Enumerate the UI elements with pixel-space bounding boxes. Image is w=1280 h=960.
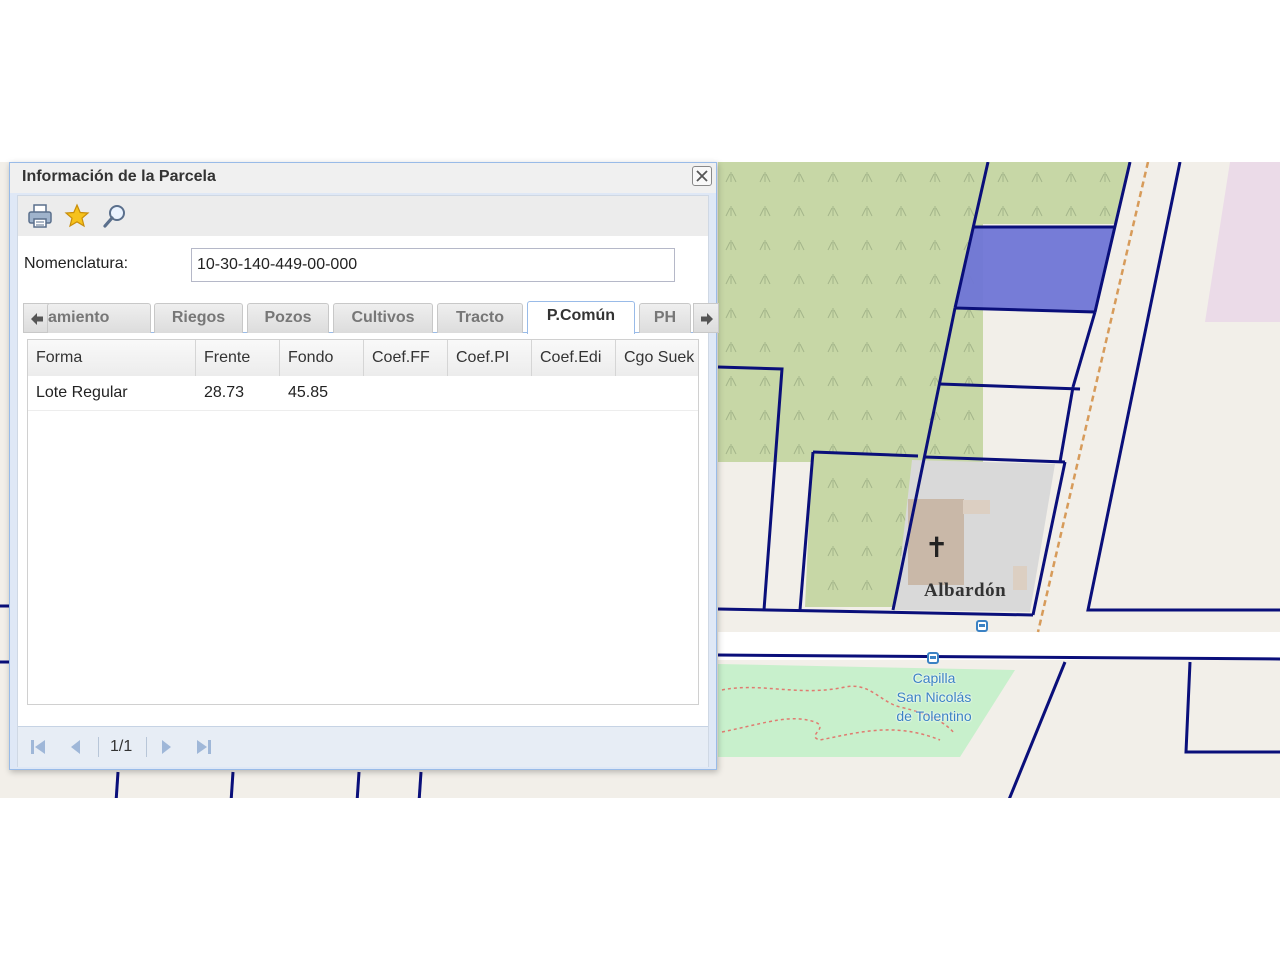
landuse-area xyxy=(1205,162,1280,322)
zoom-button[interactable] xyxy=(101,202,129,230)
first-page-button[interactable] xyxy=(28,737,48,757)
window-header[interactable]: Información de la Parcela xyxy=(10,163,716,193)
church-icon: ✝ xyxy=(925,531,949,564)
tab-tracto[interactable]: Tracto xyxy=(437,303,523,333)
tab-label: Pozos xyxy=(264,309,312,326)
column-header-cgo-suelo[interactable]: Cgo Suek xyxy=(616,340,698,376)
tab-label: PH xyxy=(653,309,677,326)
tab-cultivos[interactable]: Cultivos xyxy=(333,303,433,333)
column-header-coef-ff[interactable]: Coef.FF xyxy=(364,340,448,376)
tab-ph[interactable]: PH xyxy=(639,303,691,333)
window-body: Nomenclatura: amiento Riegos Pozos Culti… xyxy=(17,195,719,767)
print-button[interactable] xyxy=(26,202,54,230)
page-indicator: 1/1 xyxy=(110,738,133,755)
nomenclatura-input[interactable] xyxy=(191,248,675,282)
column-header-coef-pi[interactable]: Coef.PI xyxy=(448,340,532,376)
farmland-area xyxy=(718,162,983,462)
cell-cgo-suelo xyxy=(616,376,698,410)
cell-coef-ff xyxy=(364,376,448,410)
cell-frente: 28.73 xyxy=(204,384,245,401)
separator xyxy=(98,737,99,757)
tab-label: Cultivos xyxy=(351,309,415,326)
nomenclatura-label: Nomenclatura: xyxy=(24,255,129,272)
poi-label-line: de Tolentino xyxy=(896,708,972,724)
table-row[interactable]: Lote Regular 28.73 45.85 xyxy=(28,376,698,411)
parcel-info-window[interactable]: Información de la Parcela Nomenclatura: … xyxy=(9,162,719,770)
window-title: Información de la Parcela xyxy=(22,168,216,185)
star-icon xyxy=(64,203,90,228)
previous-page-icon xyxy=(71,740,80,754)
farmland-area xyxy=(975,162,1130,224)
previous-page-button[interactable] xyxy=(66,737,86,757)
separator xyxy=(146,737,147,757)
poi-label[interactable]: Capilla San Nicolás de Tolentino xyxy=(880,669,988,726)
grid-header: Forma Frente Fondo Coef.FF Coef.PI Coef.… xyxy=(28,340,698,377)
close-button[interactable] xyxy=(692,166,712,186)
cell-fondo: 45.85 xyxy=(288,384,329,401)
tab-pozos[interactable]: Pozos xyxy=(247,303,329,333)
building xyxy=(963,500,990,514)
bus-stop-icon[interactable] xyxy=(927,652,939,664)
tab-amiento[interactable]: amiento xyxy=(47,303,151,333)
column-header-frente[interactable]: Frente xyxy=(196,340,280,376)
tab-label: P.Común xyxy=(546,307,616,324)
printer-icon xyxy=(28,204,52,228)
favorite-button[interactable] xyxy=(63,202,91,230)
last-page-button[interactable] xyxy=(194,737,214,757)
close-icon xyxy=(696,170,708,182)
column-header-forma[interactable]: Forma xyxy=(28,340,196,376)
tab-scroll-left-button[interactable] xyxy=(23,303,49,333)
paging-toolbar: 1/1 xyxy=(18,726,708,767)
poi-label-line: San Nicolás xyxy=(896,689,972,705)
arrow-left-icon xyxy=(31,313,43,325)
cell-coef-edi xyxy=(532,376,616,410)
first-page-icon xyxy=(31,740,45,754)
next-page-icon xyxy=(162,740,171,754)
column-header-coef-edi[interactable]: Coef.Edi xyxy=(532,340,616,376)
bus-stop-icon[interactable] xyxy=(976,620,988,632)
tab-strip: amiento Riegos Pozos Cultivos Tracto P.C… xyxy=(23,300,719,334)
arrow-right-icon xyxy=(701,313,713,325)
poi-label-line: Capilla xyxy=(912,670,956,686)
toolbar xyxy=(18,196,708,236)
building xyxy=(1013,566,1027,590)
next-page-button[interactable] xyxy=(156,737,176,757)
data-grid: Forma Frente Fondo Coef.FF Coef.PI Coef.… xyxy=(27,339,699,705)
column-header-fondo[interactable]: Fondo xyxy=(280,340,364,376)
tab-label: Riegos xyxy=(171,309,226,326)
tab-riegos[interactable]: Riegos xyxy=(154,303,243,333)
tab-label: Tracto xyxy=(455,309,504,326)
magnifier-icon xyxy=(103,205,125,228)
cell-forma: Lote Regular xyxy=(36,384,128,401)
tab-scroll-right-button[interactable] xyxy=(693,303,719,333)
nomenclatura-row: Nomenclatura: xyxy=(18,242,708,286)
selected-parcel[interactable] xyxy=(955,227,1114,312)
tab-label: amiento xyxy=(48,309,110,326)
last-page-icon xyxy=(197,740,211,754)
tab-p-comun[interactable]: P.Común xyxy=(527,301,635,334)
place-label: Albardón xyxy=(924,580,1007,601)
cell-coef-pi xyxy=(448,376,532,410)
